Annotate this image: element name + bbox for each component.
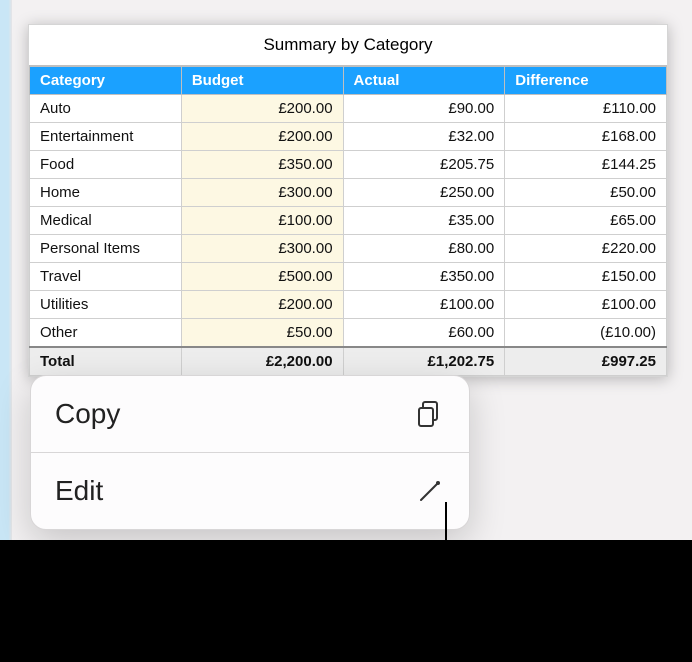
cell-actual[interactable]: £32.00 (343, 123, 505, 151)
cell-total-actual[interactable]: £1,202.75 (343, 347, 505, 376)
cell-actual[interactable]: £90.00 (343, 95, 505, 123)
cell-difference[interactable]: (£10.00) (505, 319, 667, 348)
cell-category[interactable]: Entertainment (30, 123, 182, 151)
menu-item-copy[interactable]: Copy (31, 376, 469, 452)
cell-category[interactable]: Personal Items (30, 235, 182, 263)
cell-total-budget[interactable]: £2,200.00 (181, 347, 343, 376)
cell-budget[interactable]: £350.00 (181, 151, 343, 179)
table-row[interactable]: Entertainment£200.00£32.00£168.00 (30, 123, 667, 151)
data-table: Category Budget Actual Difference Auto£2… (29, 66, 667, 376)
menu-item-edit[interactable]: Edit (31, 452, 469, 529)
context-menu: Copy Edit (30, 375, 470, 530)
cell-difference[interactable]: £100.00 (505, 291, 667, 319)
cell-actual[interactable]: £205.75 (343, 151, 505, 179)
cell-budget[interactable]: £500.00 (181, 263, 343, 291)
table-row[interactable]: Utilities£200.00£100.00£100.00 (30, 291, 667, 319)
cell-difference[interactable]: £50.00 (505, 179, 667, 207)
cell-budget[interactable]: £200.00 (181, 123, 343, 151)
side-sliver (0, 0, 12, 540)
header-actual[interactable]: Actual (343, 67, 505, 95)
table-row[interactable]: Auto£200.00£90.00£110.00 (30, 95, 667, 123)
table-header-row: Category Budget Actual Difference (30, 67, 667, 95)
table-total-row[interactable]: Total£2,200.00£1,202.75£997.25 (30, 347, 667, 376)
cell-difference[interactable]: £150.00 (505, 263, 667, 291)
cell-difference[interactable]: £144.25 (505, 151, 667, 179)
bottom-area (0, 540, 692, 662)
table-row[interactable]: Travel£500.00£350.00£150.00 (30, 263, 667, 291)
header-category[interactable]: Category (30, 67, 182, 95)
cell-budget[interactable]: £50.00 (181, 319, 343, 348)
cell-total-difference[interactable]: £997.25 (505, 347, 667, 376)
cell-category[interactable]: Utilities (30, 291, 182, 319)
edit-icon (415, 476, 445, 506)
header-difference[interactable]: Difference (505, 67, 667, 95)
cell-category[interactable]: Travel (30, 263, 182, 291)
table-row[interactable]: Food£350.00£205.75£144.25 (30, 151, 667, 179)
table-row[interactable]: Other£50.00£60.00(£10.00) (30, 319, 667, 348)
table-row[interactable]: Medical£100.00£35.00£65.00 (30, 207, 667, 235)
cell-actual[interactable]: £350.00 (343, 263, 505, 291)
table-row[interactable]: Personal Items£300.00£80.00£220.00 (30, 235, 667, 263)
cell-category[interactable]: Other (30, 319, 182, 348)
table-row[interactable]: Home£300.00£250.00£50.00 (30, 179, 667, 207)
cell-budget[interactable]: £100.00 (181, 207, 343, 235)
header-budget[interactable]: Budget (181, 67, 343, 95)
cell-difference[interactable]: £220.00 (505, 235, 667, 263)
cell-actual[interactable]: £60.00 (343, 319, 505, 348)
spreadsheet-table[interactable]: Summary by Category Category Budget Actu… (28, 24, 668, 377)
cell-actual[interactable]: £35.00 (343, 207, 505, 235)
cell-category[interactable]: Medical (30, 207, 182, 235)
cell-actual[interactable]: £80.00 (343, 235, 505, 263)
cell-difference[interactable]: £168.00 (505, 123, 667, 151)
cell-budget[interactable]: £200.00 (181, 95, 343, 123)
cell-budget[interactable]: £300.00 (181, 235, 343, 263)
cell-budget[interactable]: £300.00 (181, 179, 343, 207)
app-canvas: Summary by Category Category Budget Actu… (0, 0, 692, 540)
cell-total-label[interactable]: Total (30, 347, 182, 376)
copy-icon (413, 398, 445, 430)
table-title: Summary by Category (29, 25, 667, 66)
cell-budget[interactable]: £200.00 (181, 291, 343, 319)
cell-difference[interactable]: £65.00 (505, 207, 667, 235)
cell-category[interactable]: Auto (30, 95, 182, 123)
menu-label-copy: Copy (55, 398, 120, 430)
cell-difference[interactable]: £110.00 (505, 95, 667, 123)
cell-actual[interactable]: £250.00 (343, 179, 505, 207)
menu-label-edit: Edit (55, 475, 103, 507)
cell-category[interactable]: Home (30, 179, 182, 207)
cell-actual[interactable]: £100.00 (343, 291, 505, 319)
cell-category[interactable]: Food (30, 151, 182, 179)
